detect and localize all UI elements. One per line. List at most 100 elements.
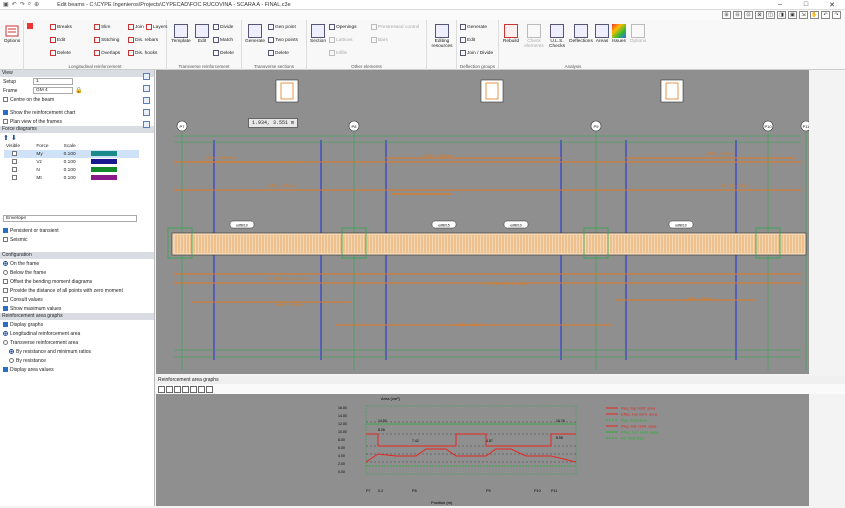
template-button[interactable]: Template (170, 24, 192, 44)
section-button[interactable]: Section (309, 24, 327, 44)
two-points-button[interactable]: Two points (268, 37, 298, 43)
view-right-icon[interactable]: ◨ (777, 11, 786, 19)
centre-checkbox[interactable] (3, 97, 8, 102)
force-color-swatch[interactable] (90, 150, 117, 156)
seismic-row[interactable]: Seismic (0, 235, 154, 244)
undo-view-icon[interactable]: ↶ (821, 11, 830, 19)
generate-sections-button[interactable]: Generate (244, 24, 266, 44)
breaks-button[interactable] (27, 23, 33, 29)
display-values-checkbox[interactable] (3, 367, 8, 372)
areas-button[interactable]: Areas (595, 24, 609, 44)
close-button[interactable]: ✕ (819, 1, 845, 9)
force-row[interactable]: My 0.100 (4, 150, 139, 158)
zoom-out-icon[interactable]: ⊟ (733, 11, 742, 19)
layers-button[interactable]: Layers (146, 24, 167, 30)
trans-area-radio[interactable] (3, 340, 8, 345)
bars-button[interactable]: Bars (371, 37, 388, 43)
check-elements-button[interactable]: Check elements (523, 24, 545, 49)
zoom-window-icon[interactable]: ⊡ (744, 11, 753, 19)
display-values-row[interactable]: Display area values (0, 365, 154, 374)
openings-button[interactable]: Openings (329, 24, 357, 30)
undo-icon[interactable]: ↶ (12, 1, 17, 8)
long-area-row[interactable]: Longitudinal reinforcement area (0, 329, 154, 338)
deflections-button[interactable]: Deflections (569, 24, 593, 44)
force-row[interactable]: Mt 0.100 (4, 174, 139, 182)
zoom-window-icon[interactable] (174, 385, 181, 393)
search-icon[interactable]: ⌕ (28, 1, 31, 8)
plan-view-checkbox[interactable] (3, 119, 8, 124)
force-color-swatch[interactable] (90, 158, 117, 164)
dis-hooks-button[interactable]: Dis. hooks (128, 50, 157, 56)
force-visible-checkbox[interactable] (12, 150, 17, 156)
force-scale[interactable]: 0.100 (62, 166, 89, 174)
force-row[interactable]: Vz 0.100 (4, 158, 139, 166)
configuration-header[interactable]: Configuration (0, 252, 154, 259)
expand-icon[interactable]: ⇲ (799, 11, 808, 19)
pan-icon[interactable]: ✋ (810, 11, 819, 19)
seismic-checkbox[interactable] (3, 237, 8, 242)
show-reinf-row[interactable]: Show the reinforcement chart (0, 108, 154, 117)
by-res-min-row[interactable]: By resistance and minimum ratios (0, 347, 154, 356)
on-frame-radio[interactable] (3, 261, 8, 266)
edit-long-button[interactable]: Edit (50, 37, 65, 43)
issues-button[interactable]: Issues (611, 24, 627, 44)
infills-button[interactable]: Infills (329, 50, 347, 56)
lattices-button[interactable]: Lattices (329, 37, 353, 43)
view-left-icon[interactable]: ◫ (766, 11, 775, 19)
envelope-select[interactable]: Envelope (3, 215, 137, 222)
force-visible-checkbox[interactable] (12, 174, 17, 180)
force-color-swatch[interactable] (90, 166, 117, 172)
overlaps-button[interactable]: Overlaps (94, 50, 120, 56)
stitching-button[interactable]: Stitching (94, 37, 119, 43)
generate-deflection-button[interactable]: Generate (460, 24, 487, 30)
distance-row[interactable]: Provide the distance of all points with … (0, 286, 154, 295)
force-diagrams-header[interactable]: Force diagrams (0, 126, 154, 133)
by-res-row[interactable]: By resistance (0, 356, 154, 365)
below-frame-row[interactable]: Below the frame (0, 268, 154, 277)
beam-drawing[interactable]: P7 P8 P9 P10 P112Ø20 L=1134cm 2Ø20 L=1230cm2Ø… (156, 70, 809, 374)
delete-trans-button[interactable]: Delete (213, 50, 234, 56)
view-section-header[interactable]: View (0, 70, 154, 77)
layout-icon[interactable] (143, 73, 150, 80)
uls-checks-button[interactable]: U.L.S. Checks (547, 24, 567, 49)
force-visible-checkbox[interactable] (12, 166, 17, 172)
breaks-label-button[interactable]: Breaks (50, 24, 72, 30)
force-row[interactable]: N 0.100 (4, 166, 139, 174)
consult-checkbox[interactable] (3, 297, 8, 302)
slim-button[interactable]: Slim (94, 24, 110, 30)
arrow-up-icon[interactable]: ⬆ (3, 134, 9, 142)
frame-select[interactable]: GM 4 (33, 87, 73, 94)
zoom-in-icon[interactable] (158, 385, 165, 393)
by-res-min-radio[interactable] (9, 349, 14, 354)
editing-resources-button[interactable]: Editing resources (429, 24, 455, 49)
force-scale[interactable]: 0.100 (62, 174, 89, 182)
trans-area-row[interactable]: Transverse reinforcement area (0, 338, 154, 347)
by-res-radio[interactable] (9, 358, 14, 363)
maximize-button[interactable]: □ (793, 1, 819, 9)
delete-long-button[interactable]: Delete (50, 50, 71, 56)
table-icon[interactable] (143, 121, 150, 128)
area-graph[interactable]: Area (cm²) Position (m) 16.00 14.00 12.00 10.… (156, 394, 809, 506)
consult-row[interactable]: Consult values (0, 295, 154, 304)
gen-point-button[interactable]: Gen point (268, 24, 296, 30)
zoom-icon[interactable]: ⊕ (34, 1, 39, 8)
display-graphs-checkbox[interactable] (3, 322, 8, 327)
centre-row[interactable]: Centre on the beam (0, 95, 154, 104)
analysis-options-button[interactable]: Options (629, 24, 647, 44)
redo-view-icon[interactable]: ↷ (832, 11, 841, 19)
arrow-down-icon[interactable]: ⬇ (11, 134, 17, 142)
display-graphs-row[interactable]: Display graphs (0, 320, 154, 329)
on-frame-row[interactable]: On the frame (0, 259, 154, 268)
plan-view-row[interactable]: Plan view of the frames (0, 117, 154, 126)
lock-icon[interactable]: 🔒 (75, 87, 82, 94)
prestressed-button[interactable]: Prestressed control (371, 24, 419, 30)
divide-button[interactable]: Divide (213, 24, 233, 30)
edit-deflection-button[interactable]: Edit (460, 37, 475, 43)
panel-icon[interactable] (143, 85, 150, 92)
zoom-in-icon[interactable]: ⊞ (722, 11, 731, 19)
redo-icon[interactable]: ↷ (20, 1, 25, 8)
show-reinf-checkbox[interactable] (3, 110, 8, 115)
setup-select[interactable]: 1 (33, 78, 73, 85)
zoom-out-icon[interactable] (166, 385, 173, 393)
show-max-checkbox[interactable] (3, 306, 8, 311)
